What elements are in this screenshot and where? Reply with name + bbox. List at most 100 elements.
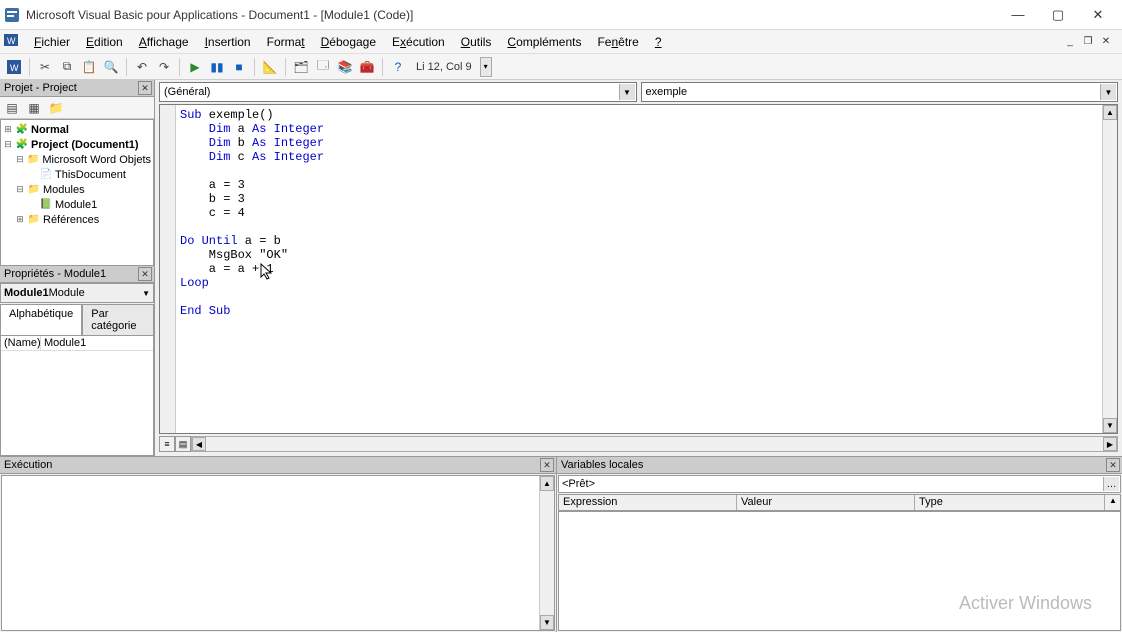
project-panel-close-button[interactable]: ✕ [138,81,152,95]
break-button[interactable]: ▮▮ [207,57,227,77]
menu-debogage[interactable]: Débogage [313,32,384,52]
locals-window-title: Variables locales [561,459,643,471]
find-button[interactable]: 🔍 [101,57,121,77]
locals-body[interactable] [558,511,1121,631]
svg-text:W: W [10,63,19,73]
minimize-button[interactable]: — [998,1,1038,29]
procedure-combo[interactable]: exemple ▼ [641,82,1119,102]
prop-name-value[interactable]: Module1 [41,336,89,350]
toolbox-button[interactable]: 🧰 [357,57,377,77]
properties-panel-title: Propriétés - Module1 [4,268,106,280]
menu-outils[interactable]: Outils [453,32,500,52]
view-word-icon[interactable]: W [4,32,20,51]
code-area: (Général) ▼ exemple ▼ Sub exemple() Dim … [155,80,1122,456]
margin-indicator-bar[interactable] [160,105,176,433]
object-browser-button[interactable]: 📚 [335,57,355,77]
cut-button[interactable]: ✂ [35,57,55,77]
copy-button[interactable]: ⧉ [57,57,77,77]
vertical-scrollbar[interactable]: ▲ ▼ [1102,105,1117,433]
tree-normal[interactable]: Normal [31,124,69,136]
scroll-right-button[interactable]: ▶ [1103,437,1117,451]
titlebar: Microsoft Visual Basic pour Applications… [0,0,1122,30]
tree-modules-folder[interactable]: Modules [43,184,85,196]
menu-format[interactable]: Format [259,32,313,52]
locals-columns-header: Expression Valeur Type ▲ [558,494,1121,511]
immediate-window-body[interactable]: ▲ ▼ [1,475,555,631]
locals-ready-row: <Prêt> … [558,475,1121,493]
locals-window-header: Variables locales ✕ [557,457,1122,474]
chevron-down-icon[interactable]: ▼ [1100,84,1116,100]
properties-panel-header: Propriétés - Module1 ✕ [0,266,154,283]
mdi-restore-button[interactable]: ❐ [1080,34,1096,50]
menu-edition[interactable]: Edition [78,32,131,52]
properties-panel: Propriétés - Module1 ✕ Module1 Module ▼ … [0,266,154,456]
help-button[interactable]: ? [388,57,408,77]
properties-window-button[interactable]: 🗔 [313,57,333,77]
menu-fichier[interactable]: Fichier [26,32,78,52]
col-valeur[interactable]: Valeur [737,495,915,510]
toolbar: W ✂ ⧉ 📋 🔍 ↶ ↷ ▶ ▮▮ ■ 📐 🗂 🗔 📚 🧰 ? Li 12, … [0,54,1122,80]
view-object-button[interactable]: ▦ [24,98,44,118]
tree-project[interactable]: Project (Document1) [31,139,139,151]
toolbar-dropdown[interactable]: ▾ [480,57,492,77]
maximize-button[interactable]: ▢ [1038,1,1078,29]
vertical-scrollbar[interactable]: ▲ ▼ [539,476,554,630]
redo-button[interactable]: ↷ [154,57,174,77]
immediate-window-close-button[interactable]: ✕ [540,458,554,472]
view-word-button[interactable]: W [4,57,24,77]
full-module-view-button[interactable]: ▤ [175,436,191,452]
col-type[interactable]: Type [915,495,1105,510]
menu-help[interactable]: ? [647,32,670,52]
properties-object-select[interactable]: Module1 Module ▼ [0,283,154,303]
scroll-down-button[interactable]: ▼ [1103,418,1117,433]
properties-panel-close-button[interactable]: ✕ [138,267,152,281]
undo-button[interactable]: ↶ [132,57,152,77]
menubar: W Fichier Edition Affichage Insertion Fo… [0,30,1122,54]
tree-thisdocument[interactable]: ThisDocument [55,169,126,181]
procedure-view-button[interactable]: ≡ [159,436,175,452]
project-panel-title: Projet - Project [4,82,77,94]
mdi-minimize-button[interactable]: _ [1062,34,1078,50]
col-expression[interactable]: Expression [559,495,737,510]
immediate-window-title: Exécution [4,459,52,471]
tree-references[interactable]: Références [43,214,99,226]
project-explorer-panel: Projet - Project ✕ ▤ ▦ 📁 ⊞🧩Normal ⊟🧩Proj… [0,80,154,266]
tab-alphabetique[interactable]: Alphabétique [0,304,82,335]
vba-app-icon [4,7,20,23]
run-button[interactable]: ▶ [185,57,205,77]
chevron-down-icon[interactable]: ▼ [619,84,635,100]
tree-module1[interactable]: Module1 [55,199,97,211]
prop-name-key: (Name) [1,336,41,350]
paste-button[interactable]: 📋 [79,57,99,77]
object-combo[interactable]: (Général) ▼ [159,82,637,102]
toggle-folders-button[interactable]: 📁 [46,98,66,118]
horizontal-scrollbar[interactable]: ◀ ▶ [191,436,1118,452]
code-editor[interactable]: Sub exemple() Dim a As Integer Dim b As … [176,105,1102,433]
scroll-up-button[interactable]: ▲ [540,476,554,491]
tab-par-categorie[interactable]: Par catégorie [82,304,154,335]
close-button[interactable]: ✕ [1078,1,1118,29]
project-panel-header: Projet - Project ✕ [0,80,154,97]
menu-insertion[interactable]: Insertion [197,32,259,52]
locals-window: Variables locales ✕ <Prêt> … Expression … [557,457,1122,632]
scroll-left-button[interactable]: ◀ [192,437,206,451]
reset-button[interactable]: ■ [229,57,249,77]
menu-fenetre[interactable]: Fenêtre [589,32,646,52]
scroll-down-button[interactable]: ▼ [540,615,554,630]
menu-complements[interactable]: Compléments [499,32,589,52]
project-explorer-button[interactable]: 🗂 [291,57,311,77]
mdi-close-button[interactable]: ✕ [1098,34,1114,50]
properties-grid[interactable]: (Name) Module1 [0,335,154,456]
tree-word-objects[interactable]: Microsoft Word Objets [42,154,151,166]
locals-window-close-button[interactable]: ✕ [1106,458,1120,472]
cursor-position: Li 12, Col 9 [410,61,478,73]
scroll-up-button[interactable]: ▲ [1103,105,1117,120]
window-title: Microsoft Visual Basic pour Applications… [26,8,998,22]
menu-affichage[interactable]: Affichage [131,32,197,52]
design-mode-button[interactable]: 📐 [260,57,280,77]
scroll-up-button[interactable]: ▲ [1105,495,1120,510]
project-tree[interactable]: ⊞🧩Normal ⊟🧩Project (Document1) ⊟📁Microso… [0,119,154,266]
menu-execution[interactable]: Exécution [384,32,453,52]
view-code-button[interactable]: ▤ [2,98,22,118]
locals-expand-button[interactable]: … [1103,477,1119,491]
